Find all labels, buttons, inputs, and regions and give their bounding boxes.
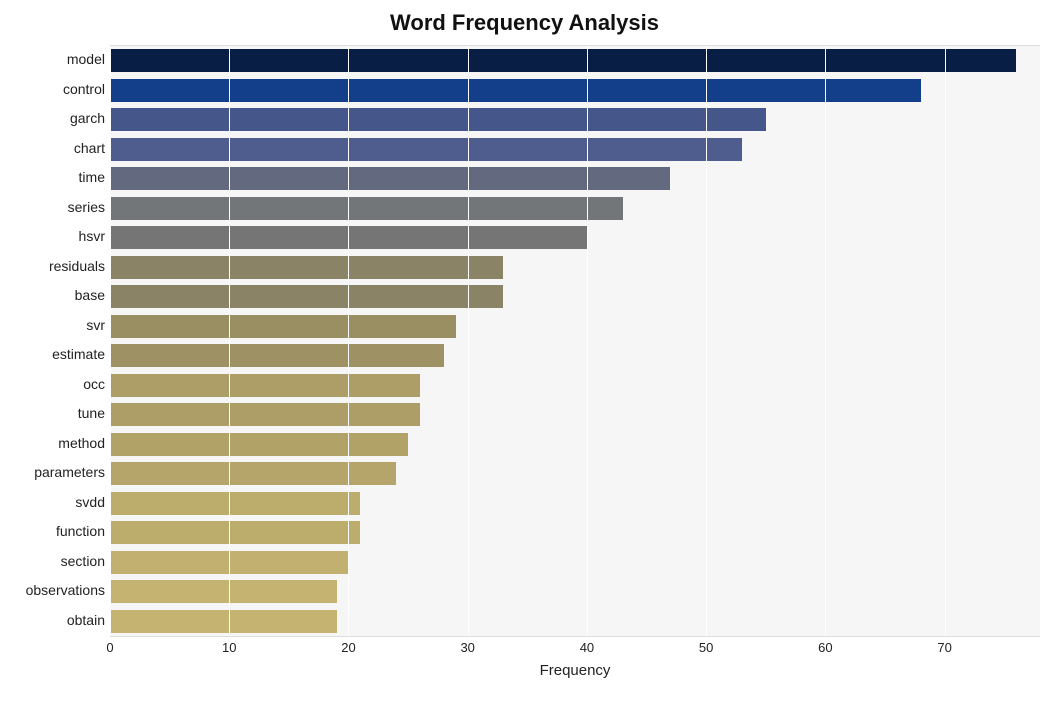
y-tick-label: chart bbox=[5, 137, 105, 160]
y-tick-label: hsvr bbox=[5, 225, 105, 248]
y-tick-label: svr bbox=[5, 314, 105, 337]
grid-line bbox=[587, 46, 588, 636]
chart-container: Word Frequency Analysis Frequency 0 10 20 3… bbox=[0, 0, 1049, 701]
bar bbox=[110, 256, 503, 279]
bar bbox=[110, 79, 921, 102]
plot-area bbox=[110, 45, 1040, 637]
x-tick-label: 70 bbox=[937, 640, 951, 655]
bar bbox=[110, 433, 408, 456]
y-tick-label: parameters bbox=[5, 461, 105, 484]
bar bbox=[110, 138, 742, 161]
y-tick-label: residuals bbox=[5, 255, 105, 278]
y-tick-label: method bbox=[5, 432, 105, 455]
x-tick-label: 30 bbox=[460, 640, 474, 655]
bar bbox=[110, 197, 623, 220]
x-tick-label: 60 bbox=[818, 640, 832, 655]
y-tick-label: model bbox=[5, 48, 105, 71]
y-tick-label: garch bbox=[5, 107, 105, 130]
x-tick-label: 50 bbox=[699, 640, 713, 655]
grid-line bbox=[706, 46, 707, 636]
x-tick-label: 0 bbox=[106, 640, 113, 655]
grid-line bbox=[229, 46, 230, 636]
bar bbox=[110, 610, 337, 633]
bar bbox=[110, 374, 420, 397]
y-tick-label: section bbox=[5, 550, 105, 573]
y-tick-label: control bbox=[5, 78, 105, 101]
bar bbox=[110, 403, 420, 426]
y-tick-label: occ bbox=[5, 373, 105, 396]
grid-line bbox=[825, 46, 826, 636]
grid-line bbox=[468, 46, 469, 636]
grid-line bbox=[348, 46, 349, 636]
y-tick-label: function bbox=[5, 520, 105, 543]
bars-layer bbox=[110, 46, 1040, 636]
y-tick-label: estimate bbox=[5, 343, 105, 366]
bar bbox=[110, 492, 360, 515]
x-axis-label: Frequency bbox=[110, 662, 1040, 679]
grid-line bbox=[110, 46, 111, 636]
bar bbox=[110, 49, 1016, 72]
bar bbox=[110, 108, 766, 131]
y-tick-label: svdd bbox=[5, 491, 105, 514]
bar bbox=[110, 462, 396, 485]
chart-title: Word Frequency Analysis bbox=[0, 10, 1049, 36]
bar bbox=[110, 285, 503, 308]
grid-line bbox=[945, 46, 946, 636]
y-tick-label: time bbox=[5, 166, 105, 189]
y-tick-label: obtain bbox=[5, 609, 105, 632]
y-tick-label: series bbox=[5, 196, 105, 219]
y-tick-label: base bbox=[5, 284, 105, 307]
x-tick-label: 40 bbox=[580, 640, 594, 655]
bar bbox=[110, 521, 360, 544]
bar bbox=[110, 315, 456, 338]
x-tick-label: 10 bbox=[222, 640, 236, 655]
y-tick-label: tune bbox=[5, 402, 105, 425]
bar bbox=[110, 580, 337, 603]
x-tick-label: 20 bbox=[341, 640, 355, 655]
bar bbox=[110, 344, 444, 367]
y-tick-label: observations bbox=[5, 579, 105, 602]
